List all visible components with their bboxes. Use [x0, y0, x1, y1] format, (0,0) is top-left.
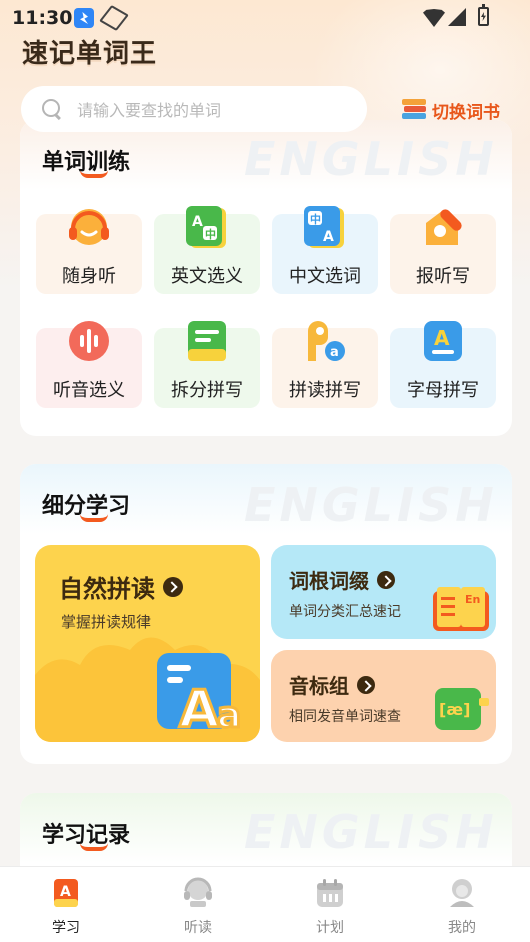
tab-label: 我的 — [448, 920, 476, 936]
tile-label: 听音选义 — [53, 380, 125, 401]
tile-label: 字母拼写 — [407, 380, 479, 401]
tile-portable-listening[interactable]: 随身听 — [36, 209, 142, 294]
natural-phonics-title: 自然拼读 — [59, 569, 183, 604]
svg-text:A: A — [434, 326, 450, 350]
study-book-icon: A — [54, 879, 78, 907]
tile-label: 中文选词 — [289, 266, 361, 287]
roots-affixes-card[interactable]: 词根词缀 单词分类汇总速记 En — [271, 545, 496, 639]
svg-text:A: A — [179, 680, 219, 735]
tile-label: 拼读拼写 — [289, 380, 361, 401]
phonetic-symbol-icon: [æ] — [435, 688, 489, 730]
svg-text:A: A — [192, 214, 203, 230]
svg-text:a: a — [217, 695, 241, 735]
tab-study[interactable]: A 学习 — [0, 867, 132, 942]
phonetic-group-card[interactable]: 音标组 相同发音单词速查 [æ] — [271, 650, 496, 742]
listen-read-icon — [184, 877, 212, 907]
search-bar[interactable]: 请输入要查找的单词 — [21, 86, 367, 132]
tab-plan[interactable]: 计划 — [264, 867, 396, 942]
card-watermark: ENGLISH — [244, 478, 498, 532]
tab-label: 学习 — [52, 920, 80, 936]
status-bar: 11:30 — [0, 0, 530, 36]
natural-phonics-title-text: 自然拼读 — [59, 575, 155, 603]
status-time: 11:30 — [12, 7, 73, 29]
tab-profile[interactable]: 我的 — [396, 867, 528, 942]
battery-charging-icon — [478, 4, 489, 26]
book-en-text: En — [465, 593, 480, 606]
plan-icon — [317, 879, 343, 907]
tile-listen-meaning[interactable]: 听音选义 — [36, 321, 142, 408]
search-icon — [41, 98, 63, 120]
tile-label: 随身听 — [62, 266, 116, 287]
roots-affixes-subtitle: 单词分类汇总速记 — [289, 604, 401, 620]
tile-dictation[interactable]: 报听写 — [390, 209, 496, 294]
notification-app-icon — [74, 8, 94, 28]
switch-book-label: 切换词书 — [432, 102, 500, 123]
tile-label: 报听写 — [416, 266, 470, 287]
wifi-icon — [423, 9, 445, 27]
switch-book-button[interactable]: 切换词书 — [402, 96, 500, 124]
natural-phonics-card[interactable]: 自然拼读 掌握拼读规律 A a — [35, 545, 260, 742]
tab-label: 听读 — [184, 920, 212, 936]
title-underline — [80, 843, 108, 851]
title-underline — [80, 514, 108, 522]
english-translate-icon: A 中 — [186, 206, 226, 248]
dictation-icon — [426, 209, 462, 245]
tile-phonics-spelling[interactable]: a 拼读拼写 — [272, 321, 378, 408]
chinese-translate-icon: 中 A — [304, 206, 344, 248]
tile-label: 英文选义 — [171, 266, 243, 287]
natural-phonics-subtitle: 掌握拼读规律 — [61, 613, 152, 631]
tile-english-meaning[interactable]: A 中 英文选义 — [154, 206, 260, 294]
split-spelling-icon — [188, 321, 226, 361]
search-placeholder: 请输入要查找的单词 — [77, 101, 222, 120]
tile-letter-spelling[interactable]: A 字母拼写 — [390, 321, 496, 408]
svg-text:A: A — [323, 229, 334, 245]
sound-wave-icon — [69, 321, 109, 361]
card-watermark: ENGLISH — [244, 132, 498, 186]
svg-text:a: a — [330, 345, 339, 360]
headphones-icon — [69, 209, 109, 245]
detailed-study-card: ENGLISH 细分学习 自然拼读 掌握拼读规律 A a 词根词缀 单词分类汇总… — [20, 464, 512, 764]
tile-split-spelling[interactable]: 拆分拼写 — [154, 321, 260, 408]
svg-text:A: A — [60, 884, 71, 900]
profile-icon — [450, 879, 474, 907]
tab-listen-read[interactable]: 听读 — [132, 867, 264, 942]
phonetic-symbol-text: [æ] — [439, 700, 470, 719]
phonics-spelling-icon: a — [308, 321, 345, 361]
tile-label: 拆分拼写 — [171, 380, 243, 401]
roots-affixes-title: 词根词缀 — [289, 565, 395, 594]
phonetic-group-title-text: 音标组 — [289, 674, 349, 698]
chevron-right-icon — [163, 576, 183, 597]
signal-icon — [448, 8, 466, 26]
letters-aa-icon: A a — [157, 653, 243, 735]
word-training-card: ENGLISH 单词训练 随身听 A 中 英文选义 中 A 中文选词 报听写 听… — [20, 120, 512, 436]
chevron-right-icon — [377, 570, 395, 589]
phonetic-group-subtitle: 相同发音单词速查 — [289, 709, 401, 725]
bottom-tab-bar: A 学习 听读 计划 我的 — [0, 866, 530, 942]
tile-chinese-word[interactable]: 中 A 中文选词 — [272, 206, 378, 294]
open-book-icon: En — [433, 587, 489, 631]
roots-affixes-title-text: 词根词缀 — [289, 569, 369, 593]
app-title: 速记单词王 — [22, 39, 158, 69]
tab-label: 计划 — [316, 920, 344, 936]
cube-icon — [99, 5, 129, 31]
phonetic-group-title: 音标组 — [289, 670, 375, 699]
chevron-right-icon — [357, 675, 375, 694]
svg-text:中: 中 — [205, 227, 216, 241]
books-icon — [402, 99, 426, 121]
svg-text:中: 中 — [310, 212, 321, 226]
title-underline — [80, 170, 108, 178]
letter-spelling-icon: A — [424, 321, 462, 361]
card-watermark: ENGLISH — [244, 805, 498, 859]
